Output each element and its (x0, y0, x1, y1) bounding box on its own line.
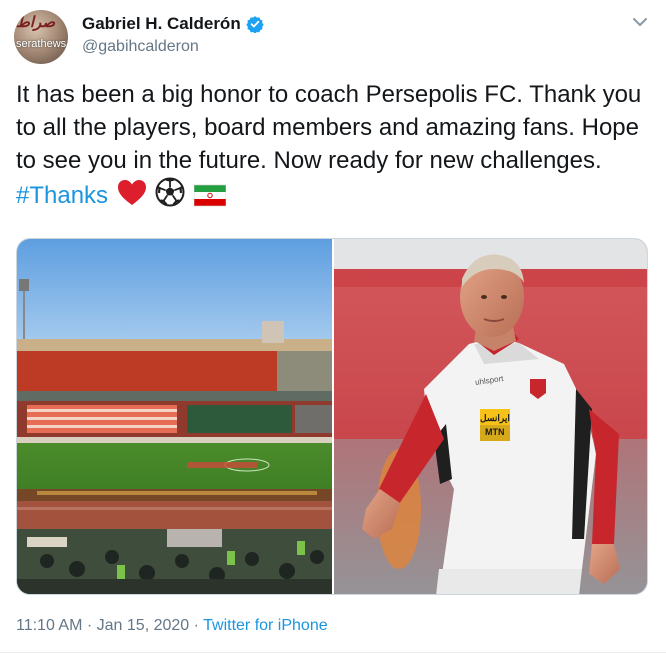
soccer-ball-icon (155, 177, 185, 207)
stadium-photo[interactable] (17, 239, 332, 595)
tweet-media-grid: uhlsport ايرانسل MTN (16, 238, 648, 595)
tweet-text: It has been a big honor to coach Persepo… (16, 78, 656, 212)
author-handle[interactable]: @gabihcalderon (82, 38, 199, 56)
author-display-name[interactable]: Gabriel H. Calderón (82, 14, 241, 34)
chevron-down-icon[interactable] (632, 16, 648, 28)
hashtag-link[interactable]: #Thanks (16, 182, 108, 209)
tweet-card: صراط serathews Gabriel H. Calderón @gabi… (0, 0, 666, 656)
tweet-source-link[interactable]: Twitter for iPhone (203, 617, 328, 634)
tweet-time[interactable]: 11:10 AM (16, 617, 82, 634)
avatar-watermark-bottom: serathews (16, 38, 67, 50)
tweet-meta: 11:10 AM · Jan 15, 2020 · Twitter for iP… (16, 617, 328, 635)
tweet-body: It has been a big honor to coach Persepo… (16, 81, 642, 174)
iran-flag-icon (194, 184, 227, 207)
verified-badge-icon (246, 15, 264, 33)
author-name-row: Gabriel H. Calderón (82, 14, 264, 34)
tweet-date[interactable]: Jan 15, 2020 (97, 617, 190, 634)
meta-separator-2: · (193, 617, 199, 634)
meta-separator: · (86, 617, 93, 634)
divider (0, 652, 666, 653)
avatar[interactable]: صراط serathews (14, 10, 68, 64)
sponsor-label-bottom: MTN (485, 427, 505, 437)
avatar-watermark-top: صراط (16, 13, 56, 31)
sponsor-label-top: ايرانسل (480, 413, 510, 423)
red-heart-icon (117, 180, 146, 205)
